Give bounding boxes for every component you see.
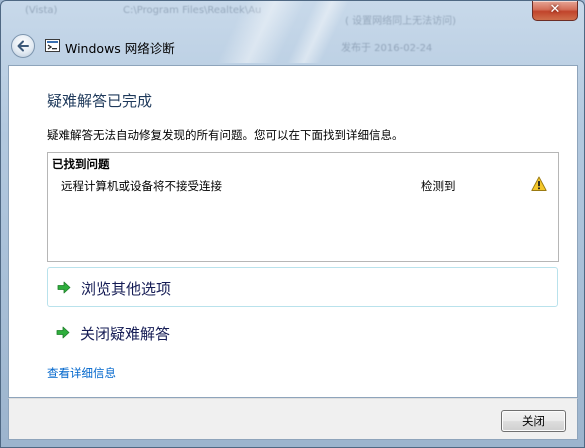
background-ghost-text: ( 设置网络同上无法访问): [345, 16, 456, 27]
window-frame: (Vista) C:\Program Files\Realtek\Au ( 设置…: [0, 0, 585, 448]
glass-reflection: [286, 1, 350, 63]
browse-other-options-label: 浏览其他选项: [81, 280, 172, 298]
green-arrow-icon: [56, 326, 70, 339]
problem-name: 远程计算机或设备将不接受连接: [61, 179, 222, 193]
background-ghost-text: 发布于 2016-02-24: [341, 43, 433, 54]
back-button[interactable]: [11, 34, 35, 58]
problems-list: 已找到问题 远程计算机或设备将不接受连接 检测到: [47, 152, 559, 262]
content-panel: 疑难解答已完成 疑难解答无法自动修复发现的所有问题。您可以在下面找到详细信息。 …: [8, 65, 578, 398]
page-description: 疑难解答无法自动修复发现的所有问题。您可以在下面找到详细信息。: [47, 128, 404, 142]
problem-row[interactable]: 远程计算机或设备将不接受连接 检测到: [48, 173, 558, 199]
window-title: Windows 网络诊断: [65, 41, 175, 56]
network-diagnostics-icon: [45, 39, 60, 52]
close-troubleshooter-label: 关闭疑难解答: [80, 325, 171, 343]
view-details-link[interactable]: 查看详细信息: [47, 365, 116, 381]
close-button[interactable]: 关闭: [501, 410, 566, 432]
green-arrow-icon: [57, 281, 71, 294]
close-troubleshooter-button[interactable]: 关闭疑难解答: [47, 313, 558, 353]
problem-status: 检测到: [421, 179, 456, 193]
browse-other-options-button[interactable]: 浏览其他选项: [47, 267, 558, 307]
background-ghost-text: (Vista): [25, 5, 58, 16]
footer-bar: 关闭: [8, 398, 578, 440]
back-arrow-icon: [17, 40, 29, 52]
page-heading: 疑难解答已完成: [47, 92, 153, 110]
background-ghost-text: C:\Program Files\Realtek\Au: [123, 5, 262, 16]
problems-header: 已找到问题: [52, 157, 110, 171]
glass-reflection: [216, 1, 306, 63]
window-close-button[interactable]: ✕: [532, 1, 578, 21]
warning-icon: [531, 176, 547, 191]
